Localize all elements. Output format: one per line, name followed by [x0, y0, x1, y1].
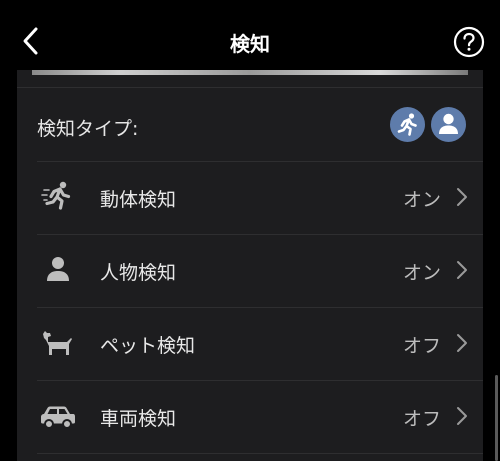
chevron-right-icon — [457, 261, 467, 279]
person-icon — [47, 257, 69, 281]
detection-settings-panel: 検知タイプ: 動体検知 オン 人物検知 オン ペット検知 オフ 車両検知 オフ — [17, 70, 483, 461]
motion-type-badge — [390, 107, 425, 142]
vehicle-detection-status: オフ — [402, 408, 441, 430]
divider — [37, 234, 483, 235]
pet-detection-status: オフ — [402, 335, 441, 357]
pet-detection-row[interactable]: ペット検知 オフ — [17, 307, 483, 379]
chevron-right-icon — [457, 407, 467, 425]
detection-type-row: 検知タイプ: — [17, 88, 483, 161]
divider — [37, 453, 483, 454]
vehicle-detection-label: 車両検知 — [100, 408, 177, 430]
divider — [37, 161, 483, 162]
chevron-right-icon — [457, 188, 467, 206]
pet-detection-label: ペット検知 — [100, 335, 196, 357]
motion-detection-label: 動体検知 — [100, 189, 177, 211]
person-detection-label: 人物検知 — [100, 262, 177, 284]
person-type-badge — [431, 107, 466, 142]
camera-preview-thumbnail — [32, 70, 468, 75]
motion-detection-status: オン — [402, 189, 441, 211]
running-person-icon — [397, 113, 417, 136]
chevron-right-icon — [457, 334, 467, 352]
app-header: 検知 — [0, 0, 500, 70]
person-icon — [439, 113, 458, 134]
help-icon[interactable] — [453, 26, 485, 58]
detection-type-label: 検知タイプ: — [37, 118, 139, 140]
divider — [37, 380, 483, 381]
dog-icon — [43, 331, 72, 355]
person-detection-row[interactable]: 人物検知 オン — [17, 234, 483, 306]
running-person-icon — [41, 181, 71, 210]
car-icon — [41, 406, 75, 429]
person-detection-status: オン — [402, 262, 441, 284]
motion-detection-row[interactable]: 動体検知 オン — [17, 161, 483, 233]
page-title: 検知 — [230, 32, 270, 56]
divider — [37, 307, 483, 308]
scrollbar[interactable] — [495, 375, 498, 461]
vehicle-detection-row[interactable]: 車両検知 オフ — [17, 380, 483, 452]
next-row-edge — [17, 453, 483, 461]
